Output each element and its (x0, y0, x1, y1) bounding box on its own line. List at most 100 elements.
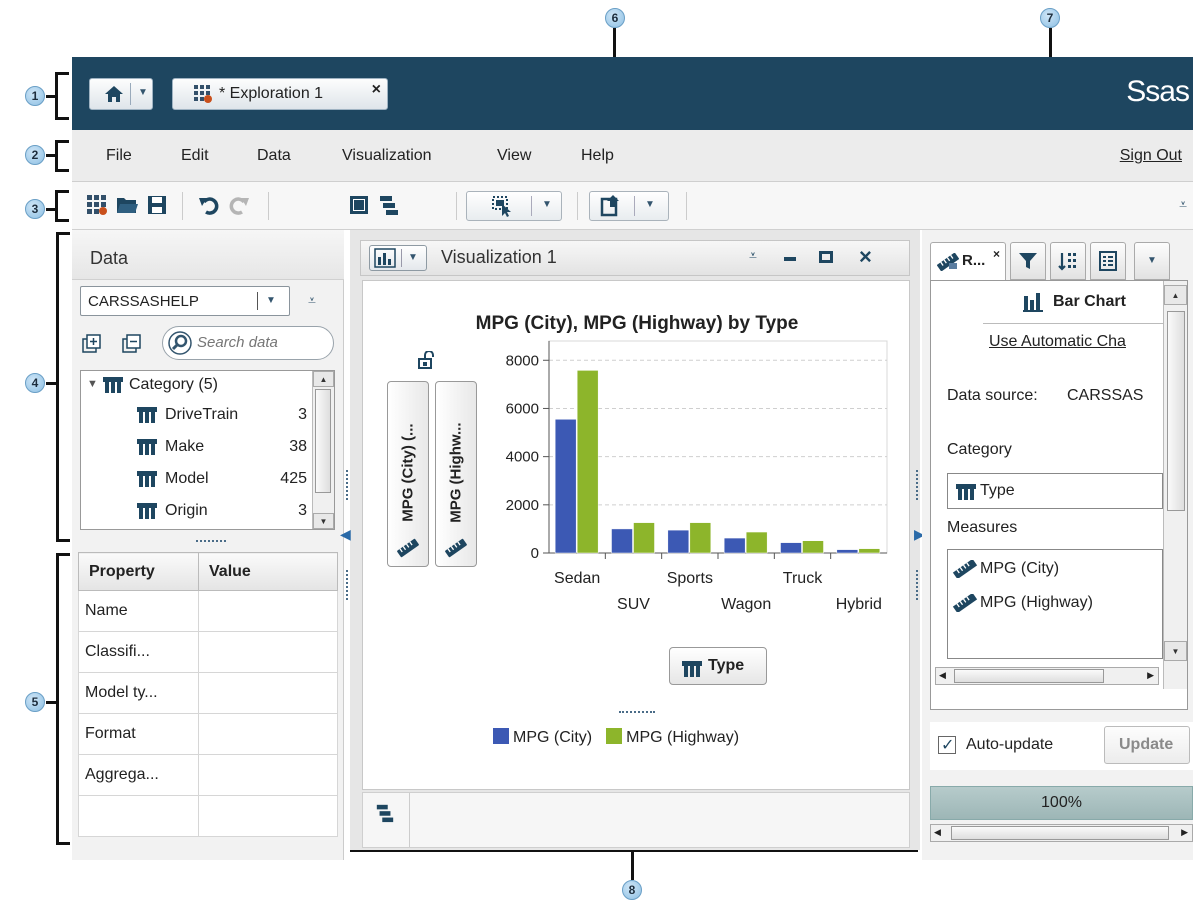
category-role-button[interactable]: Type (669, 647, 767, 685)
update-button[interactable]: Update (1104, 726, 1190, 764)
property-value[interactable] (198, 590, 338, 632)
select-dropdown[interactable]: ▼ (466, 191, 562, 221)
menu-help[interactable]: Help (581, 147, 614, 165)
x-tick-label: Sports (667, 570, 713, 587)
property-value[interactable] (198, 713, 338, 755)
table-row[interactable]: Classifi... (78, 631, 338, 673)
callout-7: 7 (1040, 8, 1060, 28)
export-dropdown[interactable]: ▼ (589, 191, 669, 221)
collapse-all-icon[interactable] (122, 334, 142, 354)
single-layout-icon[interactable] (348, 194, 370, 216)
menu-file[interactable]: File (106, 147, 132, 165)
table-row[interactable] (78, 795, 338, 837)
zoom-scrollbar[interactable]: ◀ ▶ (930, 824, 1193, 842)
scroll-up-icon[interactable]: ▲ (1164, 285, 1187, 305)
stacked-layout-icon[interactable] (375, 803, 395, 823)
collapse-left-icon[interactable]: ◀ (340, 526, 351, 543)
stacked-layout-icon[interactable] (378, 194, 400, 216)
use-automatic-chart-link[interactable]: Use Automatic Cha (989, 333, 1126, 351)
property-value[interactable] (198, 754, 338, 796)
table-row[interactable]: Aggrega... (78, 754, 338, 796)
exploration-tab-label: * Exploration 1 (219, 85, 324, 102)
undo-icon[interactable] (198, 194, 220, 216)
tab-ranks[interactable] (1050, 242, 1086, 280)
scroll-right-icon[interactable]: ▶ (1147, 670, 1154, 681)
data-source-select[interactable]: CARSSASHELP ▼ (80, 286, 290, 316)
splitter-handle[interactable] (196, 540, 226, 543)
left-collapse-handle[interactable]: ◀ (340, 470, 354, 600)
roles-horizontal-scrollbar[interactable]: ◀ ▶ (935, 667, 1159, 685)
auto-update-checkbox[interactable]: ✓ (938, 736, 956, 754)
save-icon[interactable] (146, 194, 168, 216)
data-options-icon[interactable]: ⩡ (308, 292, 316, 309)
sign-out-link[interactable]: Sign Out (1120, 147, 1182, 165)
minimize-icon[interactable] (784, 257, 796, 261)
chevron-down-icon[interactable]: ▼ (408, 252, 418, 263)
measure-item[interactable]: MPG (City) (980, 560, 1059, 578)
tree-item-make[interactable]: Make 38 (81, 433, 311, 463)
toolbar-overflow-icon[interactable]: ⩡ (1179, 196, 1187, 213)
tab-filters[interactable] (1010, 242, 1046, 280)
scroll-left-icon[interactable]: ◀ (934, 827, 941, 838)
chevron-down-icon[interactable]: ▼ (645, 199, 655, 210)
tab-overflow[interactable]: ▼ (1134, 242, 1170, 280)
visualization-type-button[interactable]: ▼ (369, 245, 427, 271)
scroll-up-icon[interactable]: ▲ (313, 371, 334, 387)
menu-data[interactable]: Data (257, 147, 291, 165)
scroll-down-icon[interactable]: ▼ (1164, 641, 1187, 661)
y-tick-label: 8000 (506, 352, 539, 369)
chevron-down-icon[interactable]: ▼ (266, 295, 276, 306)
new-exploration-icon[interactable] (86, 194, 108, 216)
measure-item[interactable]: MPG (Highway) (980, 594, 1093, 612)
table-row[interactable]: Name (78, 590, 338, 632)
tree-item-origin[interactable]: Origin 3 (81, 497, 311, 527)
tree-item-model[interactable]: Model 425 (81, 465, 311, 495)
tree-scrollbar[interactable]: ▲ ▼ (312, 371, 334, 529)
scroll-thumb[interactable] (951, 826, 1169, 840)
legend-splitter-handle[interactable] (619, 711, 655, 713)
scroll-thumb[interactable] (1167, 311, 1185, 511)
scroll-down-icon[interactable]: ▼ (313, 513, 334, 529)
chevron-down-icon[interactable]: ▼ (138, 87, 148, 98)
exploration-tab[interactable]: * Exploration 1 × (172, 78, 388, 110)
scroll-left-icon[interactable]: ◀ (939, 670, 946, 681)
chevron-down-icon[interactable]: ▼ (542, 199, 552, 210)
callout-6: 6 (605, 8, 625, 28)
property-value[interactable] (198, 672, 338, 714)
open-icon[interactable] (116, 194, 138, 216)
expand-triangle-icon[interactable]: ▼ (87, 378, 98, 390)
scroll-thumb[interactable] (315, 389, 331, 493)
menu-visualization[interactable]: Visualization (342, 147, 432, 165)
category-drop-zone[interactable]: Type (947, 473, 1163, 509)
maximize-icon[interactable] (819, 251, 833, 263)
search-data-box[interactable] (162, 326, 334, 360)
home-button[interactable]: ▼ (89, 78, 153, 110)
callout-line-4 (46, 382, 56, 385)
bar-chart-icon (1023, 293, 1043, 312)
expand-all-icon[interactable] (82, 334, 102, 354)
tab-roles[interactable]: R... × (930, 242, 1006, 280)
tree-item-count: 3 (298, 502, 307, 519)
tab-properties[interactable] (1090, 242, 1126, 280)
options-menu-icon[interactable]: ⩡ (749, 247, 757, 264)
scroll-right-icon[interactable]: ▶ (1181, 827, 1188, 838)
tree-item-drivetrain[interactable]: DriveTrain 3 (81, 401, 311, 431)
close-icon[interactable]: × (859, 244, 872, 270)
table-row[interactable]: Format (78, 713, 338, 755)
roles-vertical-scrollbar[interactable]: ▲ ▼ (1163, 281, 1187, 689)
redo-icon[interactable] (228, 194, 250, 216)
tree-group-category[interactable]: ▼ Category (5) (81, 371, 311, 401)
property-value[interactable] (198, 795, 338, 837)
scroll-thumb[interactable] (954, 669, 1104, 683)
menu-edit[interactable]: Edit (181, 147, 209, 165)
property-value[interactable] (198, 631, 338, 673)
table-row[interactable]: Model ty... (78, 672, 338, 714)
plot-area (548, 340, 888, 554)
bar-city (611, 528, 633, 554)
measures-drop-zone[interactable]: MPG (City) MPG (Highway) (947, 549, 1163, 659)
close-icon[interactable]: × (993, 247, 1000, 261)
close-icon[interactable]: × (372, 81, 381, 99)
menu-view[interactable]: View (497, 147, 531, 165)
search-input[interactable] (197, 334, 327, 351)
data-source-label: Data source: (947, 387, 1038, 404)
